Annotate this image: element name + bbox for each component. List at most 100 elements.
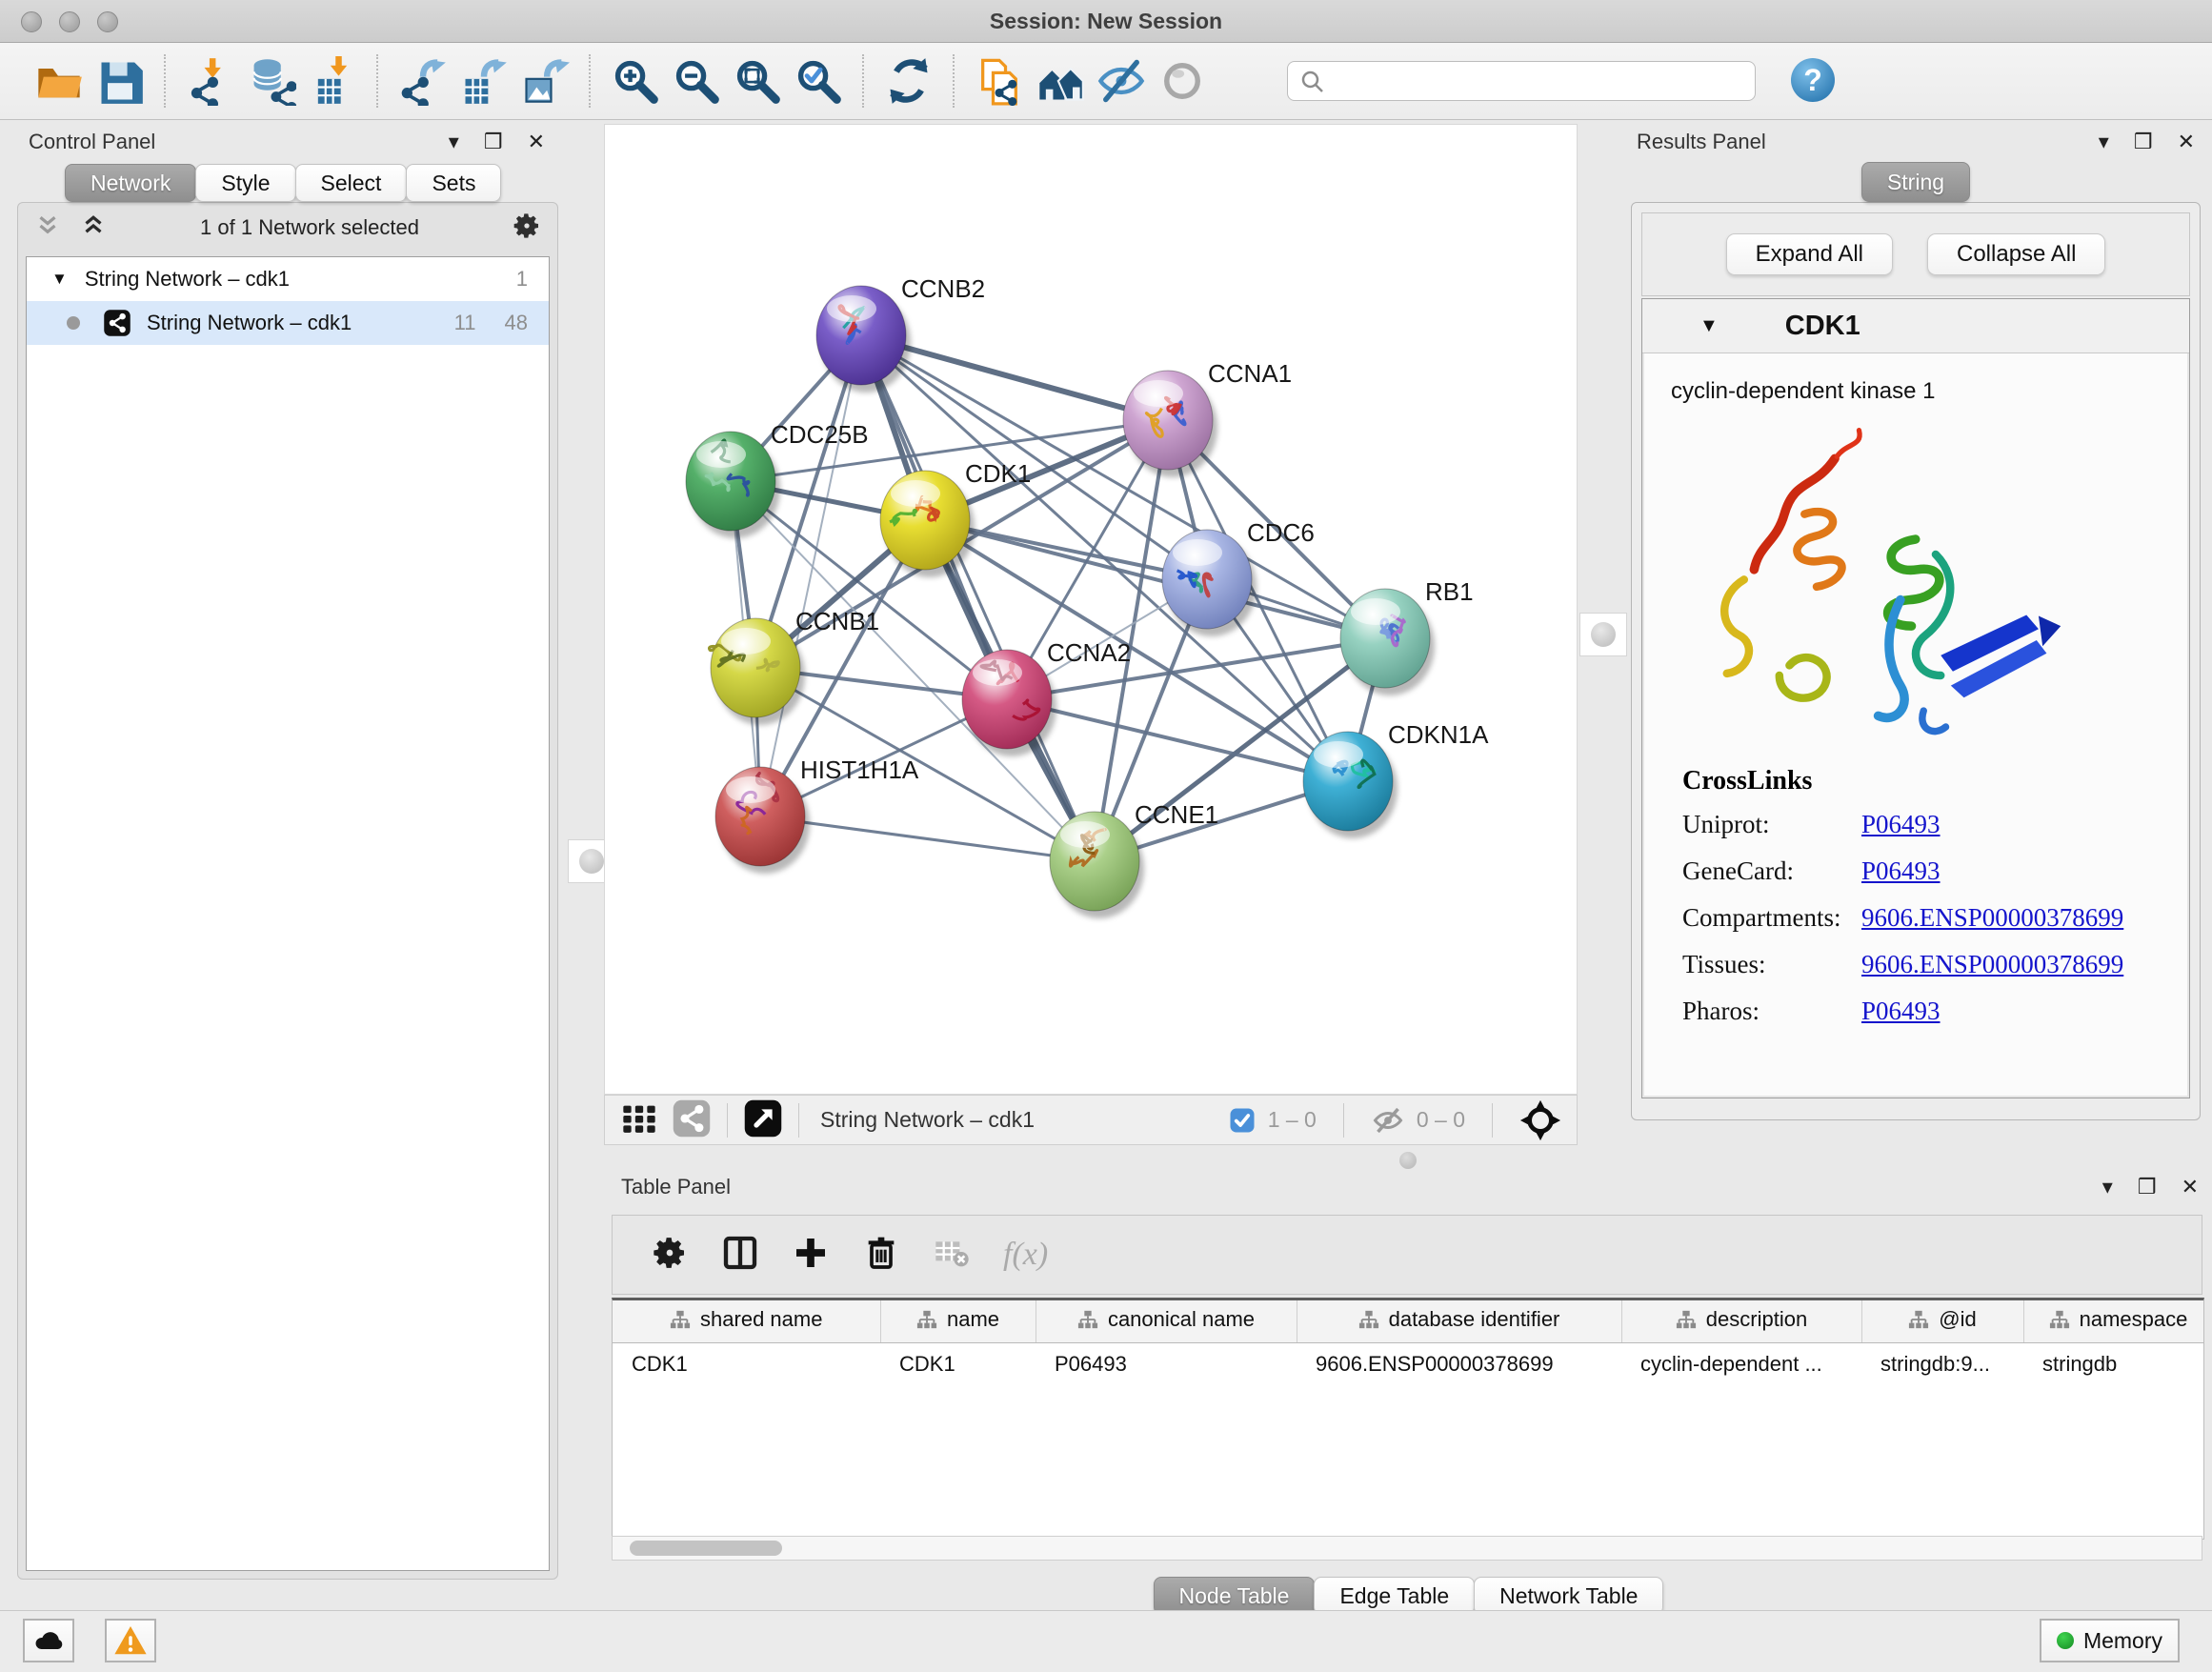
birdseye-view-icon[interactable]	[743, 1098, 783, 1142]
results-panel-float-button[interactable]: ▾	[2099, 131, 2109, 152]
table-panel-close-button[interactable]: ✕	[2182, 1177, 2199, 1198]
tab-node-table[interactable]: Node Table	[1154, 1577, 1316, 1615]
tab-sets[interactable]: Sets	[406, 164, 501, 202]
hidden-eye-icon[interactable]	[1371, 1103, 1405, 1138]
collapse-all-networks-icon[interactable]	[33, 212, 62, 244]
search-input[interactable]	[1287, 61, 1756, 101]
open-folder-icon[interactable]	[29, 50, 90, 111]
show-columns-icon[interactable]	[721, 1234, 759, 1276]
help-button[interactable]: ?	[1788, 55, 1838, 108]
create-column-icon[interactable]	[792, 1234, 830, 1276]
node-CCNA1[interactable]	[1123, 371, 1217, 477]
column-header-description[interactable]: description	[1621, 1300, 1861, 1343]
control-panel-undock-button[interactable]: ❒	[484, 131, 503, 152]
import-table-icon[interactable]	[302, 50, 363, 111]
node-label-HIST1H1A: HIST1H1A	[800, 755, 919, 784]
column-header-sharedname[interactable]: shared name	[613, 1300, 880, 1343]
expand-all-networks-icon[interactable]	[79, 212, 108, 244]
edge-CCNA2-CDKN1A[interactable]	[1007, 699, 1348, 781]
crosslink-link[interactable]: 9606.ENSP00000378699	[1861, 950, 2123, 979]
zoom-in-icon[interactable]	[605, 50, 666, 111]
hscroll-thumb[interactable]	[630, 1541, 782, 1556]
collection-count: 1	[516, 267, 528, 292]
crosslink-link[interactable]: 9606.ENSP00000378699	[1861, 903, 2123, 933]
table-row[interactable]: CDK1CDK1P064939606.ENSP00000378699cyclin…	[613, 1343, 2204, 1386]
string-view-icon[interactable]	[672, 1098, 712, 1142]
grid-view-icon[interactable]	[620, 1099, 658, 1141]
import-network-file-icon[interactable]	[180, 50, 241, 111]
zoom-selected-icon[interactable]	[788, 50, 849, 111]
selected-checkbox-icon[interactable]	[1228, 1106, 1257, 1135]
export-image-icon[interactable]	[514, 50, 575, 111]
apply-layout-icon[interactable]	[878, 50, 939, 111]
show-all-icon[interactable]	[1152, 50, 1213, 111]
node-CDC25B[interactable]	[686, 432, 780, 538]
tab-network-table[interactable]: Network Table	[1474, 1577, 1663, 1615]
crosslink-link[interactable]: P06493	[1861, 856, 1941, 886]
node-CDKN1A[interactable]	[1303, 732, 1398, 838]
collapse-all-button[interactable]: Collapse All	[1927, 233, 2105, 275]
network-row[interactable]: String Network – cdk1 11 48	[27, 301, 549, 345]
fit-selected-crosshair-icon[interactable]	[1519, 1099, 1561, 1141]
import-network-database-icon[interactable]	[241, 50, 302, 111]
results-panel-close-button[interactable]: ✕	[2178, 131, 2195, 152]
cdk1-entry-header[interactable]: ▼ CDK1	[1642, 299, 2189, 353]
node-CCNE1[interactable]	[1050, 812, 1144, 918]
splitter-grip[interactable]	[1591, 622, 1616, 647]
table-options-gear-icon[interactable]	[651, 1234, 689, 1276]
table-hscrollbar[interactable]	[612, 1536, 2202, 1561]
splitter-grip[interactable]	[579, 849, 604, 874]
hide-selected-icon[interactable]	[1091, 50, 1152, 111]
export-network-icon[interactable]	[392, 50, 453, 111]
tab-edge-table[interactable]: Edge Table	[1314, 1577, 1475, 1615]
save-icon[interactable]	[90, 50, 151, 111]
control-panel-float-button[interactable]: ▾	[449, 131, 459, 152]
table-panel-splitter[interactable]	[604, 1148, 2212, 1173]
column-header-id[interactable]: @id	[1861, 1300, 2023, 1343]
network-clipboard-icon[interactable]	[969, 50, 1030, 111]
control-panel-close-button[interactable]: ✕	[528, 131, 545, 152]
tab-style[interactable]: Style	[195, 164, 295, 202]
tab-network[interactable]: Network	[65, 164, 196, 202]
memory-button[interactable]: Memory	[2040, 1619, 2180, 1662]
node-CDC6[interactable]	[1162, 530, 1257, 636]
expand-all-button[interactable]: Expand All	[1726, 233, 1893, 275]
results-panel-undock-button[interactable]: ❒	[2134, 131, 2153, 152]
delete-table-icon[interactable]	[933, 1234, 971, 1276]
column-header-canonicalname[interactable]: canonical name	[1036, 1300, 1297, 1343]
node-HIST1H1A[interactable]	[715, 767, 810, 874]
close-window-button[interactable]	[21, 11, 42, 32]
export-table-icon[interactable]	[453, 50, 514, 111]
warning-status-button[interactable]	[105, 1619, 156, 1662]
column-header-databaseidentifier[interactable]: database identifier	[1297, 1300, 1621, 1343]
entry-collapse-icon[interactable]: ▼	[1699, 315, 1719, 337]
network-options-gear-icon[interactable]	[512, 211, 542, 245]
collection-expander-icon[interactable]: ▼	[51, 270, 68, 289]
zoom-out-icon[interactable]	[666, 50, 727, 111]
tab-select[interactable]: Select	[295, 164, 408, 202]
column-header-name[interactable]: name	[880, 1300, 1036, 1343]
tab-string[interactable]: String	[1861, 162, 1970, 202]
right-splitter[interactable]	[1579, 613, 1627, 656]
zoom-fit-icon[interactable]	[727, 50, 788, 111]
node-CCNA2[interactable]	[962, 650, 1056, 756]
cloud-status-button[interactable]	[23, 1619, 74, 1662]
edge-CCNB2-HIST1H1A[interactable]	[760, 335, 861, 816]
edge-CDK1-RB1[interactable]	[925, 520, 1385, 638]
network-canvas[interactable]: CCNB2 CCNA1 CDC25B CDK1 CDC6 RB1 CCNB1	[604, 124, 1578, 1095]
crosslink-link[interactable]: P06493	[1861, 810, 1941, 839]
table-toolbar: f(x)	[612, 1215, 2202, 1295]
table-panel-float-button[interactable]: ▾	[2102, 1177, 2113, 1198]
table-panel-undock-button[interactable]: ❒	[2138, 1177, 2157, 1198]
column-header-namespace[interactable]: namespace	[2023, 1300, 2204, 1343]
node-RB1[interactable]	[1340, 589, 1435, 695]
network-collection-row[interactable]: ▼ String Network – cdk1 1	[27, 257, 549, 301]
node-CCNB2[interactable]	[816, 286, 911, 393]
node-CDK1[interactable]	[880, 471, 975, 577]
delete-column-trash-icon[interactable]	[862, 1234, 900, 1276]
edge-HIST1H1A-CCNE1[interactable]	[760, 816, 1095, 861]
first-neighbors-icon[interactable]	[1030, 50, 1091, 111]
crosslink-link[interactable]: P06493	[1861, 997, 1941, 1026]
minimize-window-button[interactable]	[59, 11, 80, 32]
maximize-window-button[interactable]	[97, 11, 118, 32]
